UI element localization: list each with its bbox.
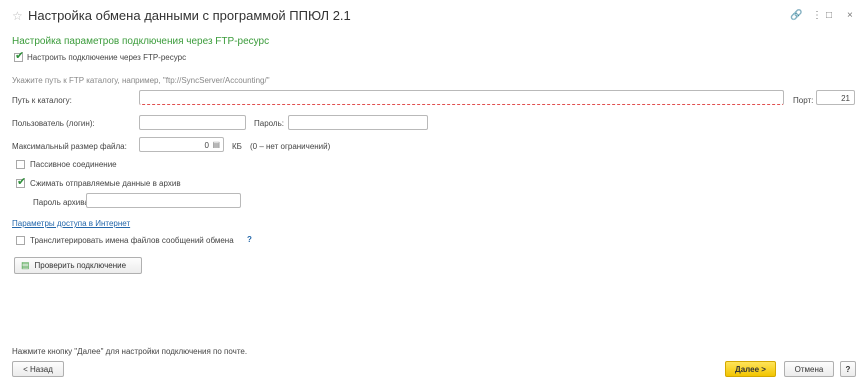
window-title: Настройка обмена данными с программой ПП… [28, 8, 351, 23]
max-size-unit: КБ [232, 142, 242, 151]
port-value: 21 [841, 94, 850, 103]
link-icon[interactable]: 🔗 [790, 10, 802, 21]
check-connection-icon: ▤ [21, 260, 30, 270]
ftp-checkbox-label: Настроить подключение через FTP-ресурс [27, 53, 187, 62]
max-size-note: (0 – нет ограничений) [250, 142, 331, 151]
compress-label: Сжимать отправляемые данные в архив [30, 179, 181, 188]
path-label: Путь к каталогу: [12, 96, 72, 105]
password-input[interactable] [288, 115, 428, 130]
help-icon[interactable]: ? [247, 235, 252, 244]
port-label: Порт: [793, 96, 814, 105]
archive-password-input[interactable] [86, 193, 241, 208]
port-input[interactable]: 21 [816, 90, 855, 105]
ftp-path-hint: Укажите путь к FTP каталогу, например, "… [12, 76, 270, 85]
transliterate-label: Транслитерировать имена файлов сообщений… [30, 236, 234, 245]
ftp-checkbox[interactable]: ✔ [14, 50, 25, 62]
transliterate-checkbox[interactable] [16, 236, 25, 245]
passive-label: Пассивное соединение [30, 160, 117, 169]
max-size-label: Максимальный размер файла: [12, 142, 127, 151]
max-size-input[interactable]: 0 ▤ [139, 137, 224, 152]
next-button[interactable]: Далее > [725, 361, 776, 377]
user-label: Пользователь (логин): [12, 119, 95, 128]
checkmark-icon: ✔ [15, 50, 25, 62]
user-input[interactable] [139, 115, 246, 130]
calculator-icon[interactable]: ▤ [212, 140, 220, 149]
archive-password-label: Пароль архива: [33, 198, 92, 207]
section-title: Настройка параметров подключения через F… [12, 36, 270, 47]
cancel-button[interactable]: Отмена [784, 361, 834, 377]
check-connection-button[interactable]: ▤ Проверить подключение [14, 257, 142, 274]
help-button[interactable]: ? [840, 361, 856, 377]
checkmark-icon: ✔ [17, 176, 27, 188]
close-icon[interactable]: × [847, 10, 853, 21]
check-connection-label: Проверить подключение [34, 261, 127, 270]
maximize-icon[interactable]: □ [826, 10, 832, 21]
compress-checkbox[interactable]: ✔ [16, 176, 27, 188]
passive-checkbox[interactable] [16, 160, 25, 169]
favorite-star-icon[interactable]: ☆ [12, 9, 23, 23]
path-input[interactable] [139, 90, 784, 105]
max-size-value: 0 [204, 141, 209, 150]
password-label: Пароль: [254, 119, 284, 128]
footer-hint: Нажмите кнопку "Далее" для настройки под… [12, 347, 248, 356]
internet-access-link[interactable]: Параметры доступа в Интернет [12, 219, 130, 228]
back-button[interactable]: < Назад [12, 361, 64, 377]
more-icon[interactable]: ⋮ [812, 10, 822, 21]
